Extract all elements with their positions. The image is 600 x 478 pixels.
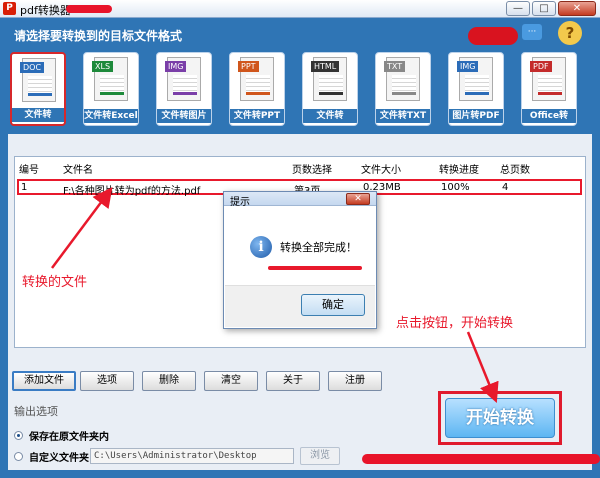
- document-icon: PPT: [238, 57, 274, 101]
- document-lines: [538, 75, 562, 95]
- start-button-highlight: 开始转换: [438, 391, 562, 445]
- document-lines: [465, 75, 489, 95]
- keep-original-option[interactable]: 保存在原文件夹内: [14, 428, 109, 443]
- minimize-button[interactable]: —: [506, 1, 530, 16]
- tool-label: Office转PDF: [522, 109, 576, 123]
- close-button[interactable]: ✕: [558, 1, 596, 16]
- message-icon[interactable]: ···: [522, 24, 542, 40]
- tool-label: 图片转PDF: [449, 109, 503, 123]
- keep-original-radio[interactable]: [14, 430, 23, 440]
- format-toolbar: DOC 文件转Word XLS 文件转Excel IMG 文件转图片 PPT 文件转PPT HT…: [10, 52, 590, 128]
- keep-original-label: 保存在原文件夹内: [29, 431, 109, 443]
- annotation-converted-file: 转换的文件: [22, 275, 88, 290]
- column-header-progress: 转换进度: [439, 165, 479, 176]
- tool-doc-0[interactable]: DOC 文件转Word: [10, 52, 66, 126]
- redaction-mark: [362, 454, 600, 464]
- format-tag: PDF: [530, 61, 552, 72]
- about-button[interactable]: 关于: [266, 371, 320, 391]
- column-header-pages: 页数选择: [292, 165, 332, 176]
- custom-folder-radio[interactable]: [14, 451, 23, 461]
- row-progress: 100%: [441, 182, 470, 193]
- document-icon: DOC: [20, 58, 56, 102]
- format-tag: HTML: [311, 61, 340, 72]
- tool-label: 文件转Excel: [84, 109, 138, 123]
- dialog-close-button[interactable]: ✕: [346, 193, 370, 205]
- format-prompt: 请选择要转换到的目标文件格式: [14, 29, 183, 43]
- column-header-index: 编号: [19, 165, 39, 176]
- window-title: pdf转换器: [20, 4, 71, 17]
- dialog-message: 转换全部完成！: [280, 241, 357, 254]
- tool-label: 文件转Word: [12, 108, 64, 122]
- register-button[interactable]: 注册: [328, 371, 382, 391]
- tool-label: 文件转图片: [157, 109, 211, 123]
- help-icon[interactable]: ?: [558, 21, 582, 45]
- tool-img-6[interactable]: IMG 图片转PDF: [448, 52, 504, 126]
- document-icon: IMG: [165, 57, 201, 101]
- document-lines: [392, 75, 416, 95]
- title-bar: P pdf转换器 — □ ✕: [0, 0, 600, 18]
- output-section-label: 输出选项: [14, 405, 58, 418]
- tool-txt-5[interactable]: TXT 文件转TXT: [375, 52, 431, 126]
- row-total: 4: [502, 182, 509, 193]
- column-header-total: 总页数: [500, 165, 530, 176]
- tool-img-2[interactable]: IMG 文件转图片: [156, 52, 212, 126]
- redaction-mark: [468, 27, 518, 45]
- tool-label: 文件转HTML: [303, 109, 357, 123]
- format-tag: IMG: [165, 61, 187, 72]
- custom-folder-option[interactable]: 自定义文件夹: [14, 449, 89, 464]
- format-tag: IMG: [457, 61, 479, 72]
- format-tag: PPT: [238, 61, 259, 72]
- tool-label: 文件转PPT: [230, 109, 284, 123]
- maximize-button[interactable]: □: [532, 1, 556, 16]
- document-lines: [246, 75, 270, 95]
- column-header-size: 文件大小: [361, 165, 401, 176]
- row-filename: F:\各种图片转为pdf的方法.pdf: [63, 186, 201, 197]
- dialog-underline-mark: [268, 266, 362, 270]
- dialog-button-bar: 确定: [225, 285, 375, 327]
- dialog-title-bar: 提示 ✕: [224, 192, 376, 208]
- add-file-button[interactable]: 添加文件: [12, 371, 76, 391]
- document-icon: HTML: [311, 57, 347, 101]
- custom-folder-label: 自定义文件夹: [29, 452, 89, 464]
- document-icon: XLS: [92, 57, 128, 101]
- column-header-filename: 文件名: [63, 165, 93, 176]
- completion-dialog: 提示 ✕ i 转换全部完成！ 确定: [223, 191, 377, 329]
- document-icon: TXT: [384, 57, 420, 101]
- info-icon: i: [250, 236, 272, 258]
- document-lines: [173, 75, 197, 95]
- document-icon: IMG: [457, 57, 493, 101]
- tool-xls-1[interactable]: XLS 文件转Excel: [83, 52, 139, 126]
- format-tag: XLS: [92, 61, 114, 72]
- tool-label: 文件转TXT: [376, 109, 430, 123]
- document-lines: [100, 75, 124, 95]
- output-path-field[interactable]: C:\Users\Administrator\Desktop: [90, 448, 294, 464]
- tool-ppt-3[interactable]: PPT 文件转PPT: [229, 52, 285, 126]
- browse-button[interactable]: 浏览: [300, 447, 340, 465]
- redaction-mark: [66, 5, 112, 13]
- document-icon: PDF: [530, 57, 566, 101]
- clear-button[interactable]: 清空: [204, 371, 258, 391]
- app-window: P pdf转换器 — □ ✕ 请选择要转换到的目标文件格式 ··· ? DOC 文…: [0, 0, 600, 478]
- annotation-click-start: 点击按钮，开始转换: [396, 316, 514, 331]
- delete-button[interactable]: 删除: [142, 371, 196, 391]
- document-lines: [28, 76, 52, 96]
- document-lines: [319, 75, 343, 95]
- row-index: 1: [21, 182, 28, 193]
- format-tag: DOC: [20, 62, 45, 73]
- dialog-title: 提示: [230, 197, 250, 208]
- options-button[interactable]: 选项: [80, 371, 134, 391]
- dialog-ok-button[interactable]: 确定: [301, 294, 365, 316]
- tool-html-4[interactable]: HTML 文件转HTML: [302, 52, 358, 126]
- start-convert-button[interactable]: 开始转换: [445, 398, 555, 438]
- file-list-header: 编号 文件名 页数选择 文件大小 转换进度 总页数: [15, 161, 585, 177]
- tool-pdf-7[interactable]: PDF Office转PDF: [521, 52, 577, 126]
- format-tag: TXT: [384, 61, 406, 72]
- app-icon: P: [3, 2, 16, 15]
